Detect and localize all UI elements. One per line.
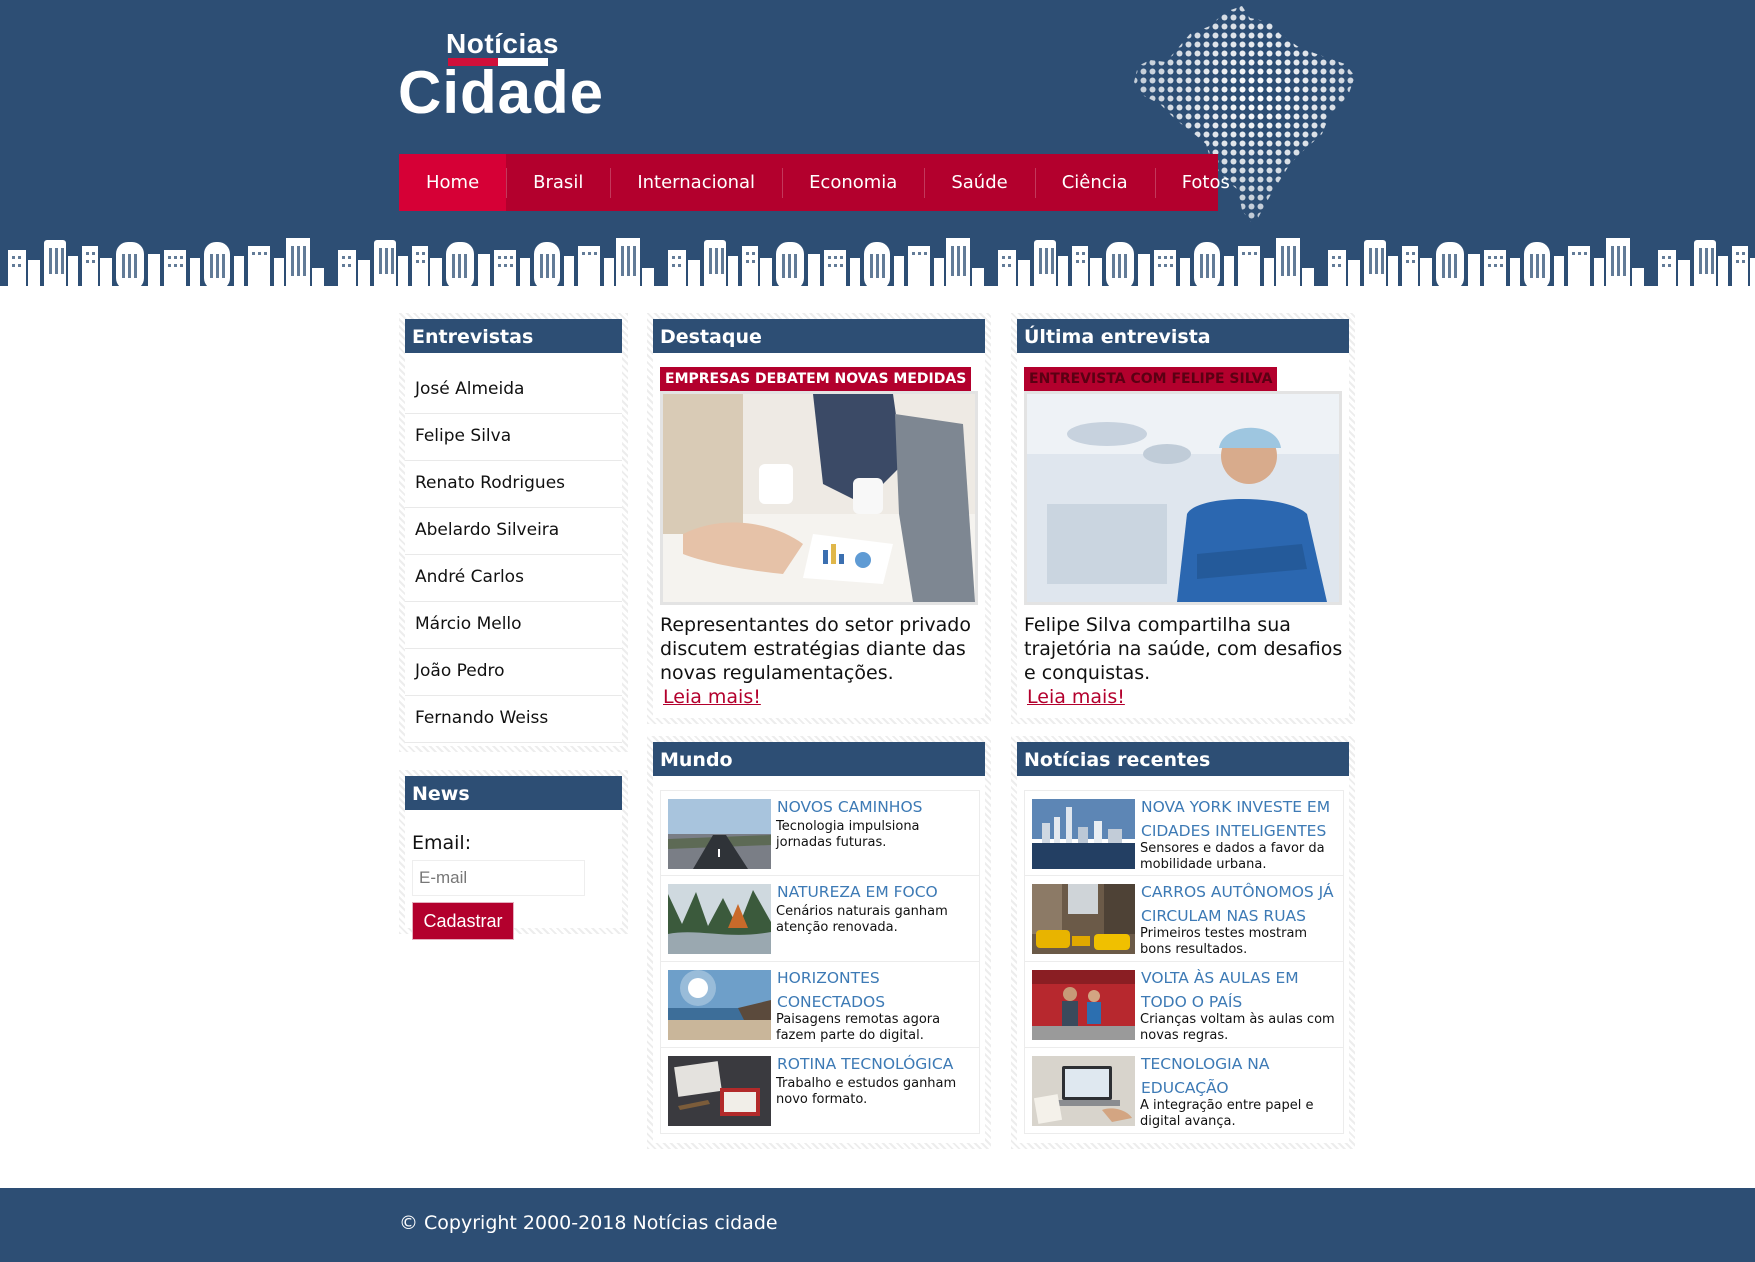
world-item-desc: Paisagens remotas agora fazem parte do d… (776, 1012, 941, 1043)
interview-item[interactable]: José Almeida (405, 367, 622, 414)
world-news-item[interactable]: ROTINA TECNOLÓGICA Trabalho e estudos ga… (660, 1048, 980, 1134)
site-footer: © Copyright 2000-2018 Notícias cidade (0, 1188, 1755, 1262)
highlight-text: Representantes do setor privado discutem… (660, 613, 980, 709)
world-title: Mundo (653, 742, 985, 779)
road-photo (668, 799, 771, 869)
world-news-item[interactable]: HORIZONTES CONECTADOS Paisagens remotas … (660, 962, 980, 1048)
recent-news-item[interactable]: TECNOLOGIA NA EDUCAÇÃO A integração entr… (1024, 1048, 1344, 1134)
children-school-photo (1032, 970, 1135, 1040)
copyright-text: © Copyright 2000-2018 Notícias cidade (399, 1212, 778, 1234)
recent-news-item[interactable]: NOVA YORK INVESTE EM CIDADES INTELIGENTE… (1024, 790, 1344, 876)
recent-item-title: VOLTA ÀS AULAS EM TODO O PAÍS (1141, 969, 1299, 1011)
nav-brasil[interactable]: Brasil (506, 154, 610, 211)
latest-interview-title: Última entrevista (1017, 319, 1349, 356)
interview-item[interactable]: Felipe Silva (405, 414, 622, 461)
world-item-title: NOVOS CAMINHOS (777, 798, 923, 816)
recent-news-title: Notícias recentes (1017, 742, 1349, 779)
laptop-desk-photo (1032, 1056, 1135, 1126)
email-field[interactable] (412, 860, 585, 896)
recent-item-desc: Sensores e dados a favor da mobilidade u… (1140, 841, 1325, 872)
latest-interview-text: Felipe Silva compartilha sua trajetória … (1024, 613, 1344, 709)
recent-item-desc: Crianças voltam às aulas com novas regra… (1140, 1012, 1335, 1043)
site-header: Notícias Cidade Home Brasil Internaciona… (0, 0, 1755, 295)
surgeon-portrait-photo (1027, 394, 1339, 602)
recent-item-title: NOVA YORK INVESTE EM CIDADES INTELIGENTE… (1141, 798, 1331, 840)
world-item-title: ROTINA TECNOLÓGICA (777, 1055, 954, 1073)
newsletter-panel: News Email: Cadastrar (399, 770, 628, 940)
skyline-photo (1032, 799, 1135, 869)
recent-item-title: CARROS AUTÔNOMOS JÁ CIRCULAM NAS RUAS (1141, 883, 1334, 925)
subscribe-button[interactable]: Cadastrar (412, 902, 514, 940)
world-panel: Mundo NOVOS CAMINHOS Tecnologia impulsio… (647, 736, 991, 1149)
recent-item-desc: Primeiros testes mostram bons resultados… (1140, 926, 1308, 957)
nav-saude[interactable]: Saúde (924, 154, 1034, 211)
nav-ciencia[interactable]: Ciência (1034, 154, 1155, 211)
logo-main-text: Cidade (398, 59, 605, 126)
latest-interview-panel: Última entrevista ENTREVISTA COM FELIPE … (1011, 313, 1355, 724)
nav-home[interactable]: Home (399, 154, 507, 211)
nav-economia[interactable]: Economia (782, 154, 924, 211)
river-forest-photo (668, 884, 771, 954)
interviews-title: Entrevistas (405, 319, 622, 356)
interviews-panel: Entrevistas José Almeida Felipe Silva Re… (399, 313, 628, 752)
world-item-desc: Cenários naturais ganham atenção renovad… (776, 904, 948, 935)
main-navigation: Home Brasil Internacional Economia Saúde… (399, 154, 1230, 211)
latest-interview-read-more-link[interactable]: Leia mais! (1027, 685, 1125, 709)
desk-notebook-photo (668, 1056, 771, 1126)
highlight-tag: EMPRESAS DEBATEM NOVAS MEDIDAS (660, 367, 972, 391)
interview-item[interactable]: Renato Rodrigues (405, 461, 622, 508)
world-item-title: HORIZONTES CONECTADOS (777, 969, 886, 1011)
world-item-desc: Tecnologia impulsiona jornadas futuras. (776, 819, 920, 850)
interview-item[interactable]: Márcio Mello (405, 602, 622, 649)
interview-item[interactable]: João Pedro (405, 649, 622, 696)
latest-interview-image[interactable] (1024, 391, 1342, 605)
interview-item[interactable]: André Carlos (405, 555, 622, 602)
latest-interview-summary: Felipe Silva compartilha sua trajetória … (1024, 614, 1343, 684)
highlight-title: Destaque (653, 319, 985, 356)
recent-item-desc: A integração entre papel e digital avanç… (1140, 1098, 1314, 1129)
nav-internacional[interactable]: Internacional (610, 154, 782, 211)
interviews-list: José Almeida Felipe Silva Renato Rodrigu… (405, 367, 622, 743)
world-list: NOVOS CAMINHOS Tecnologia impulsiona jor… (660, 790, 980, 1134)
site-logo[interactable]: Notícias Cidade (398, 28, 603, 128)
world-news-item[interactable]: NOVOS CAMINHOS Tecnologia impulsiona jor… (660, 790, 980, 876)
world-news-item[interactable]: NATUREZA EM FOCO Cenários naturais ganha… (660, 876, 980, 962)
highlight-image[interactable] (660, 391, 978, 605)
highlight-summary: Representantes do setor privado discutem… (660, 614, 971, 684)
recent-item-title: TECNOLOGIA NA EDUCAÇÃO (1141, 1055, 1270, 1097)
newsletter-title: News (405, 776, 622, 813)
recent-news-item[interactable]: VOLTA ÀS AULAS EM TODO O PAÍS Crianças v… (1024, 962, 1344, 1048)
recent-news-panel: Notícias recentes NOVA YORK INVESTE EM C… (1011, 736, 1355, 1149)
beach-sun-photo (668, 970, 771, 1040)
highlight-panel: Destaque EMPRESAS DEBATEM NOVAS MEDIDAS … (647, 313, 991, 724)
logo-small-text: Notícias (446, 28, 559, 59)
recent-news-list: NOVA YORK INVESTE EM CIDADES INTELIGENTE… (1024, 790, 1344, 1134)
world-item-desc: Trabalho e estudos ganham novo formato. (776, 1076, 957, 1107)
recent-news-item[interactable]: CARROS AUTÔNOMOS JÁ CIRCULAM NAS RUAS Pr… (1024, 876, 1344, 962)
latest-interview-tag: ENTREVISTA COM FELIPE SILVA (1024, 367, 1278, 391)
city-skyline-decoration (0, 228, 1755, 295)
interview-item[interactable]: Abelardo Silveira (405, 508, 622, 555)
world-item-title: NATUREZA EM FOCO (777, 883, 938, 901)
nav-fotos[interactable]: Fotos (1154, 154, 1257, 211)
interview-item[interactable]: Fernando Weiss (405, 696, 622, 743)
email-label: Email: (412, 832, 472, 854)
taxi-street-photo (1032, 884, 1135, 954)
highlight-read-more-link[interactable]: Leia mais! (663, 685, 761, 709)
business-meeting-photo (663, 394, 975, 602)
